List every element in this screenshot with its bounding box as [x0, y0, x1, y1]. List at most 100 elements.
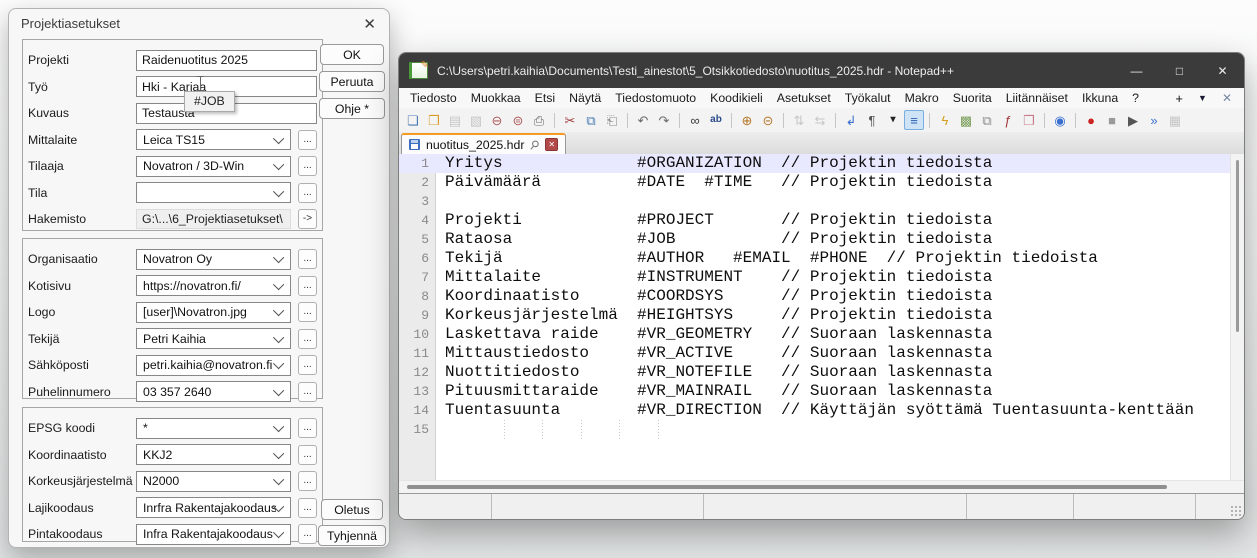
- symbols-dropdown-icon[interactable]: ▾: [883, 110, 903, 130]
- new-tab-plus-icon[interactable]: +: [1175, 91, 1183, 106]
- resize-grip[interactable]: [1230, 505, 1241, 516]
- menu-item[interactable]: Työkalut: [838, 91, 898, 105]
- more-button[interactable]: ...: [298, 329, 317, 349]
- pin-icon[interactable]: ⚲: [528, 137, 542, 152]
- combo-box[interactable]: 03 357 2640: [136, 381, 291, 402]
- document-monitor-icon[interactable]: ◉: [1050, 110, 1070, 130]
- open-directory-button[interactable]: ->: [298, 209, 317, 229]
- combo-box[interactable]: https://novatron.fi/: [136, 275, 291, 296]
- more-button[interactable]: ...: [298, 382, 317, 402]
- vertical-scrollbar-thumb[interactable]: [1236, 160, 1239, 332]
- maximize-button[interactable]: □: [1158, 53, 1201, 88]
- word-wrap-icon[interactable]: ↲: [841, 110, 861, 130]
- menu-item[interactable]: Tiedosto: [403, 91, 464, 105]
- save-macro-icon[interactable]: ▦: [1165, 110, 1185, 130]
- tab-nuotitus-2025[interactable]: nuotitus_2025.hdr ⚲ ✕: [401, 133, 566, 154]
- menu-item[interactable]: ?: [1125, 91, 1146, 105]
- open-file-icon[interactable]: ❒: [424, 110, 444, 130]
- more-button[interactable]: ...: [298, 418, 317, 438]
- project-input[interactable]: Raidenuotitus 2025: [136, 50, 317, 71]
- record-macro-icon[interactable]: ●: [1081, 110, 1101, 130]
- close-file-icon[interactable]: ⊖: [487, 110, 507, 130]
- menu-item[interactable]: Tiedostomuoto: [608, 91, 703, 105]
- combo-box[interactable]: Infra Rakentajakoodaus: [136, 524, 291, 545]
- copy-icon[interactable]: ⧉: [581, 110, 601, 130]
- more-button[interactable]: ...: [298, 130, 317, 150]
- function-list-icon[interactable]: ƒ: [998, 110, 1018, 130]
- help-button[interactable]: Ohje *: [319, 98, 385, 119]
- undo-icon[interactable]: ↶: [633, 110, 653, 130]
- zoom-in-icon[interactable]: ⊕: [737, 110, 757, 130]
- menu-item[interactable]: Muokkaa: [464, 91, 528, 105]
- more-button[interactable]: ...: [298, 355, 317, 375]
- paste-icon[interactable]: ⎗: [602, 110, 622, 130]
- field-label: Puhelinnumero: [28, 385, 136, 399]
- ok-button[interactable]: OK: [320, 44, 384, 65]
- run-macro-multi-icon[interactable]: »: [1144, 110, 1164, 130]
- tab-list-dropdown-icon[interactable]: ▼: [1198, 93, 1207, 103]
- client-combo[interactable]: Novatron / 3D-Win: [136, 156, 291, 177]
- sync-scroll-v-icon[interactable]: ⇅: [789, 110, 809, 130]
- menu-item[interactable]: Suorita: [946, 91, 999, 105]
- menu-item[interactable]: Makro: [898, 91, 946, 105]
- combo-box[interactable]: petri.kaihia@novatron.fi: [136, 355, 291, 376]
- close-icon[interactable]: ✕: [363, 15, 376, 33]
- replace-icon[interactable]: ab: [706, 110, 726, 130]
- save-icon[interactable]: ▤: [445, 110, 465, 130]
- minimize-button[interactable]: —: [1115, 53, 1158, 88]
- default-button[interactable]: Oletus: [321, 499, 383, 520]
- more-button[interactable]: ...: [298, 183, 317, 203]
- state-combo[interactable]: [136, 182, 291, 203]
- doc-switcher-icon[interactable]: ⧉: [977, 110, 997, 130]
- document-map-icon[interactable]: ▩: [956, 110, 976, 130]
- zoom-out-icon[interactable]: ⊝: [758, 110, 778, 130]
- stop-macro-icon[interactable]: ■: [1102, 110, 1122, 130]
- project-info-group: Projekti Raidenuotitus 2025 Työ Hki - Ka…: [22, 39, 323, 231]
- user-dialog-icon[interactable]: ϟ: [935, 110, 955, 130]
- close-all-icon[interactable]: ⊜: [508, 110, 528, 130]
- save-all-icon[interactable]: ▧: [466, 110, 486, 130]
- cut-icon[interactable]: ✂: [560, 110, 580, 130]
- sync-scroll-h-icon[interactable]: ⇆: [810, 110, 830, 130]
- more-button[interactable]: ...: [298, 302, 317, 322]
- more-button[interactable]: ...: [298, 156, 317, 176]
- close-tab-icon[interactable]: ✕: [1222, 91, 1232, 105]
- cancel-button[interactable]: Peruuta: [319, 71, 385, 92]
- combo-box[interactable]: *: [136, 418, 291, 439]
- text-editor[interactable]: 1 Yritys #ORGANIZATION // Projektin tied…: [399, 154, 1244, 480]
- combo-box[interactable]: Inrfra Rakentajakoodaus: [136, 497, 291, 518]
- line-number: 8: [399, 287, 436, 306]
- play-macro-icon[interactable]: ▶: [1123, 110, 1143, 130]
- more-button[interactable]: ...: [298, 276, 317, 296]
- more-button[interactable]: ...: [298, 498, 317, 518]
- find-icon[interactable]: ∞: [685, 110, 705, 130]
- menu-item[interactable]: Liitännäiset: [999, 91, 1075, 105]
- print-icon[interactable]: ⎙: [529, 110, 549, 130]
- vertical-scrollbar[interactable]: [1230, 154, 1244, 480]
- instrument-combo[interactable]: Leica TS15: [136, 129, 291, 150]
- more-button[interactable]: ...: [298, 445, 317, 465]
- combo-box[interactable]: [user]\Novatron.jpg: [136, 302, 291, 323]
- folder-workspace-icon[interactable]: ❒: [1019, 110, 1039, 130]
- show-symbols-icon[interactable]: ¶: [862, 110, 882, 130]
- more-button[interactable]: ...: [298, 524, 317, 544]
- combo-box[interactable]: Novatron Oy: [136, 249, 291, 270]
- menu-item[interactable]: Asetukset: [770, 91, 838, 105]
- horizontal-scrollbar-thumb[interactable]: [407, 485, 1167, 489]
- combo-box[interactable]: N2000: [136, 471, 291, 492]
- indent-guide-icon[interactable]: ≡: [904, 110, 924, 130]
- tab-close-icon[interactable]: ✕: [545, 138, 558, 151]
- more-button[interactable]: ...: [298, 471, 317, 491]
- menu-item[interactable]: Ikkuna: [1075, 91, 1125, 105]
- close-button[interactable]: ✕: [1201, 53, 1244, 88]
- menu-item[interactable]: Näytä: [562, 91, 608, 105]
- combo-box[interactable]: Petri Kaihia: [136, 328, 291, 349]
- horizontal-scrollbar[interactable]: [399, 480, 1244, 493]
- menu-item[interactable]: Etsi: [528, 91, 563, 105]
- redo-icon[interactable]: ↷: [654, 110, 674, 130]
- more-button[interactable]: ...: [298, 249, 317, 269]
- menu-item[interactable]: Koodikieli: [703, 91, 770, 105]
- clear-button[interactable]: Tyhjennä: [318, 525, 386, 546]
- combo-box[interactable]: KKJ2: [136, 444, 291, 465]
- new-file-icon[interactable]: ❏: [403, 110, 423, 130]
